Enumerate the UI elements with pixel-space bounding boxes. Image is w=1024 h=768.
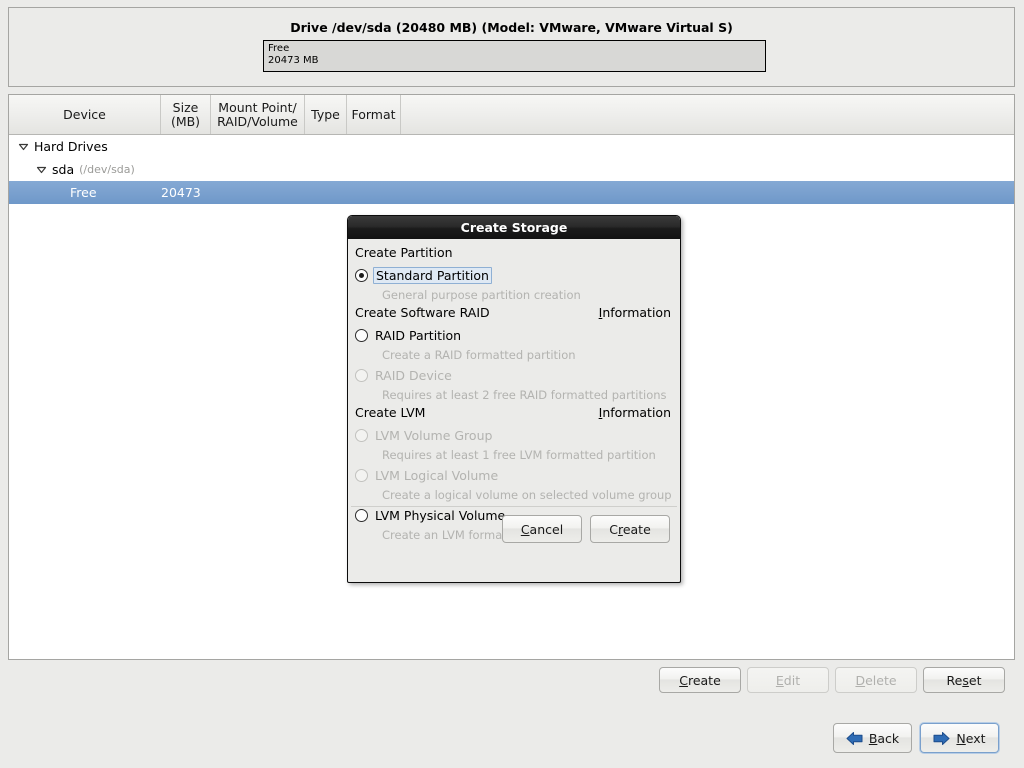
back-button[interactable]: Back — [833, 723, 912, 753]
radio-option-label: RAID Device — [375, 368, 452, 383]
column-header-format[interactable]: Format — [347, 95, 401, 134]
column-header-size[interactable]: Size (MB) — [161, 95, 211, 134]
radio-option-label: LVM Volume Group — [375, 428, 493, 443]
radio-option-label: RAID Partition — [375, 328, 462, 343]
radio-button[interactable] — [355, 329, 368, 342]
column-header-mount-line2: RAID/Volume — [217, 113, 298, 129]
back-button-label: Back — [868, 730, 900, 746]
expander-placeholder — [53, 186, 66, 199]
column-header-device[interactable]: Device — [9, 95, 161, 134]
delete-button-label: Delete — [855, 672, 897, 688]
radio-button — [355, 369, 368, 382]
column-header-filler — [401, 95, 1014, 134]
column-header-format-label: Format — [351, 106, 396, 122]
information-link[interactable]: Information — [599, 405, 671, 420]
radio-option-row[interactable]: RAID Partition — [348, 325, 680, 346]
table-row[interactable]: Hard Drives — [9, 135, 1014, 158]
column-header-size-line2: (MB) — [170, 113, 201, 129]
radio-option-description: Requires at least 1 free LVM formatted p… — [382, 448, 656, 462]
radio-option-label: Standard Partition — [373, 267, 492, 284]
expander-down-icon[interactable] — [35, 163, 48, 176]
row-device-cell: Free — [9, 185, 161, 200]
group-heading-row: Create Software RAID Information — [348, 305, 680, 325]
arrow-right-icon — [933, 731, 950, 745]
radio-option-description: Requires at least 2 free RAID formatted … — [382, 388, 667, 402]
group-heading-row: Create LVM Information — [348, 405, 680, 425]
wizard-navigation: Back Next — [833, 723, 999, 753]
radio-option-row: LVM Volume Group — [348, 425, 680, 446]
row-device-path: (/dev/sda) — [79, 163, 135, 176]
row-device-name: Free — [70, 185, 97, 200]
reset-button-label: Reset — [946, 672, 982, 688]
create-button[interactable]: Create — [659, 667, 741, 693]
table-row[interactable]: Free 20473 — [9, 181, 1014, 204]
column-header-mount-line1: Mount Point/ — [218, 99, 297, 115]
device-tree-rows: Hard Drives sda (/dev/sda) Free 20473 — [9, 135, 1014, 204]
drive-segment-size: 20473 MB — [268, 54, 319, 66]
drive-title: Drive /dev/sda (20480 MB) (Model: VMware… — [290, 20, 733, 35]
radio-button[interactable] — [355, 269, 368, 282]
dialog-titlebar: Create Storage — [348, 216, 680, 239]
group-heading: Create LVM — [355, 405, 426, 420]
dialog-title: Create Storage — [460, 220, 568, 235]
row-size-cell: 20473 — [161, 185, 201, 200]
row-device-cell: Hard Drives — [9, 139, 161, 154]
next-button-label: Next — [956, 730, 986, 746]
row-device-cell: sda (/dev/sda) — [9, 162, 161, 177]
dialog-body: Create Partition Standard Partition Genera… — [348, 239, 680, 551]
radio-option-row: RAID Device — [348, 365, 680, 386]
table-row[interactable]: sda (/dev/sda) — [9, 158, 1014, 181]
radio-option-description: General purpose partition creation — [382, 288, 581, 302]
radio-option-description: Create a RAID formatted partition — [382, 348, 576, 362]
radio-button — [355, 469, 368, 482]
column-header-mount-point-label: Mount Point/ RAID/Volume — [217, 99, 298, 129]
arrow-left-icon — [846, 731, 863, 745]
dialog-cancel-button[interactable]: Cancel — [502, 515, 582, 543]
radio-option-row[interactable]: Standard Partition — [348, 265, 680, 286]
device-tree-header: Device Size (MB) Mount Point/ RAID/Volum… — [9, 95, 1014, 135]
radio-option-label: LVM Logical Volume — [375, 468, 499, 483]
information-link[interactable]: Information — [599, 305, 671, 320]
drive-segment-free[interactable]: Free 20473 MB — [263, 40, 766, 72]
create-button-label: Create — [679, 672, 721, 688]
dialog-buttons: Cancel Create — [348, 507, 680, 551]
group-heading-row: Create Partition — [348, 245, 680, 265]
column-header-size-line1: Size — [172, 99, 199, 115]
group-heading: Create Software RAID — [355, 305, 490, 320]
storage-type-groups: Create Partition Standard Partition Genera… — [348, 245, 680, 545]
column-header-size-label: Size (MB) — [170, 99, 201, 129]
partition-action-buttons: Create Edit Delete Reset — [659, 667, 1005, 693]
drive-usage-bar: Free 20473 MB — [263, 40, 766, 72]
dialog-create-label: Create — [609, 521, 651, 537]
column-header-device-label: Device — [63, 106, 106, 122]
edit-button-label: Edit — [775, 672, 801, 688]
radio-option-description: Create a logical volume on selected volu… — [382, 488, 672, 502]
row-device-name: Hard Drives — [34, 139, 108, 154]
dialog-cancel-label: Cancel — [520, 521, 564, 537]
drive-segment-name: Free — [268, 43, 290, 54]
drive-summary-panel: Drive /dev/sda (20480 MB) (Model: VMware… — [8, 7, 1015, 87]
dialog-create-button[interactable]: Create — [590, 515, 670, 543]
column-header-type-label: Type — [311, 106, 340, 122]
delete-button[interactable]: Delete — [835, 667, 917, 693]
group-heading: Create Partition — [355, 245, 453, 260]
radio-button — [355, 429, 368, 442]
reset-button[interactable]: Reset — [923, 667, 1005, 693]
next-button[interactable]: Next — [920, 723, 999, 753]
edit-button[interactable]: Edit — [747, 667, 829, 693]
create-storage-dialog: Create Storage Create Partition Standard … — [347, 215, 681, 583]
row-device-name: sda — [52, 162, 75, 177]
column-header-mount-point[interactable]: Mount Point/ RAID/Volume — [211, 95, 305, 134]
expander-down-icon[interactable] — [17, 140, 30, 153]
radio-option-row: LVM Logical Volume — [348, 465, 680, 486]
column-header-type[interactable]: Type — [305, 95, 347, 134]
